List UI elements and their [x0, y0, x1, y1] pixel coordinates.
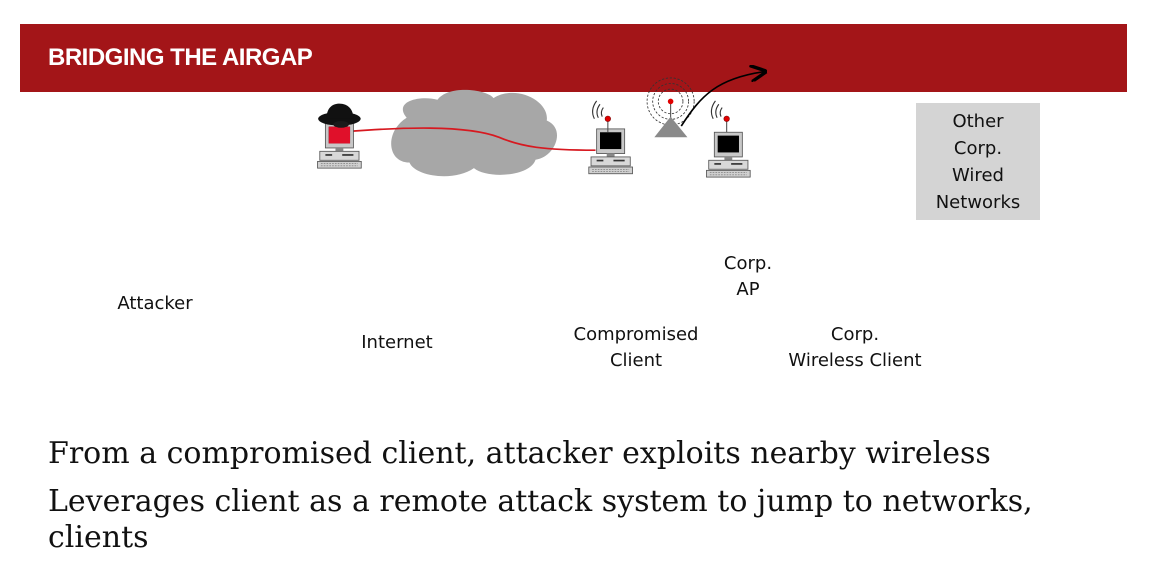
ap-label-line1: Corp.	[723, 253, 773, 274]
wireless-client-computer-icon	[706, 131, 751, 178]
other-networks-line3: Wired	[952, 164, 1004, 186]
compromised-client-label: Compromised Client	[566, 322, 706, 374]
bullet-list: From a compromised client, attacker expl…	[48, 436, 1108, 568]
attacker-label: Attacker	[117, 293, 193, 314]
internet-cloud-icon	[391, 89, 558, 177]
compromised-client-computer-icon	[588, 128, 633, 175]
compromised-client-antenna-icon	[592, 100, 612, 133]
wireless-client-label: Corp. Wireless Client	[775, 322, 935, 374]
bullet-item: Leverages client as a remote attack syst…	[48, 484, 1033, 555]
wireless-label-line2: Wireless Client	[788, 350, 922, 371]
ap-label-line2: AP	[736, 279, 760, 300]
pivot-arrow	[680, 72, 763, 127]
compromised-label-line1: Compromised	[573, 324, 699, 345]
internet-label: Internet	[361, 332, 433, 353]
other-networks-line1: Other	[952, 110, 1004, 132]
hacker-hat-icon	[318, 103, 361, 128]
access-point-icon	[646, 77, 695, 138]
other-networks-line2: Corp.	[953, 137, 1003, 159]
bullet-item: From a compromised client, attacker expl…	[48, 436, 991, 471]
other-networks-line4: Networks	[935, 191, 1021, 213]
access-point-label: Corp. AP	[708, 251, 788, 303]
wireless-client-antenna-icon	[710, 100, 731, 133]
other-networks-box: Other Corp. Wired Networks	[916, 103, 1040, 220]
attacker-computer-icon	[317, 122, 362, 169]
wireless-label-line1: Corp.	[830, 324, 880, 345]
compromised-label-line2: Client	[609, 350, 663, 371]
